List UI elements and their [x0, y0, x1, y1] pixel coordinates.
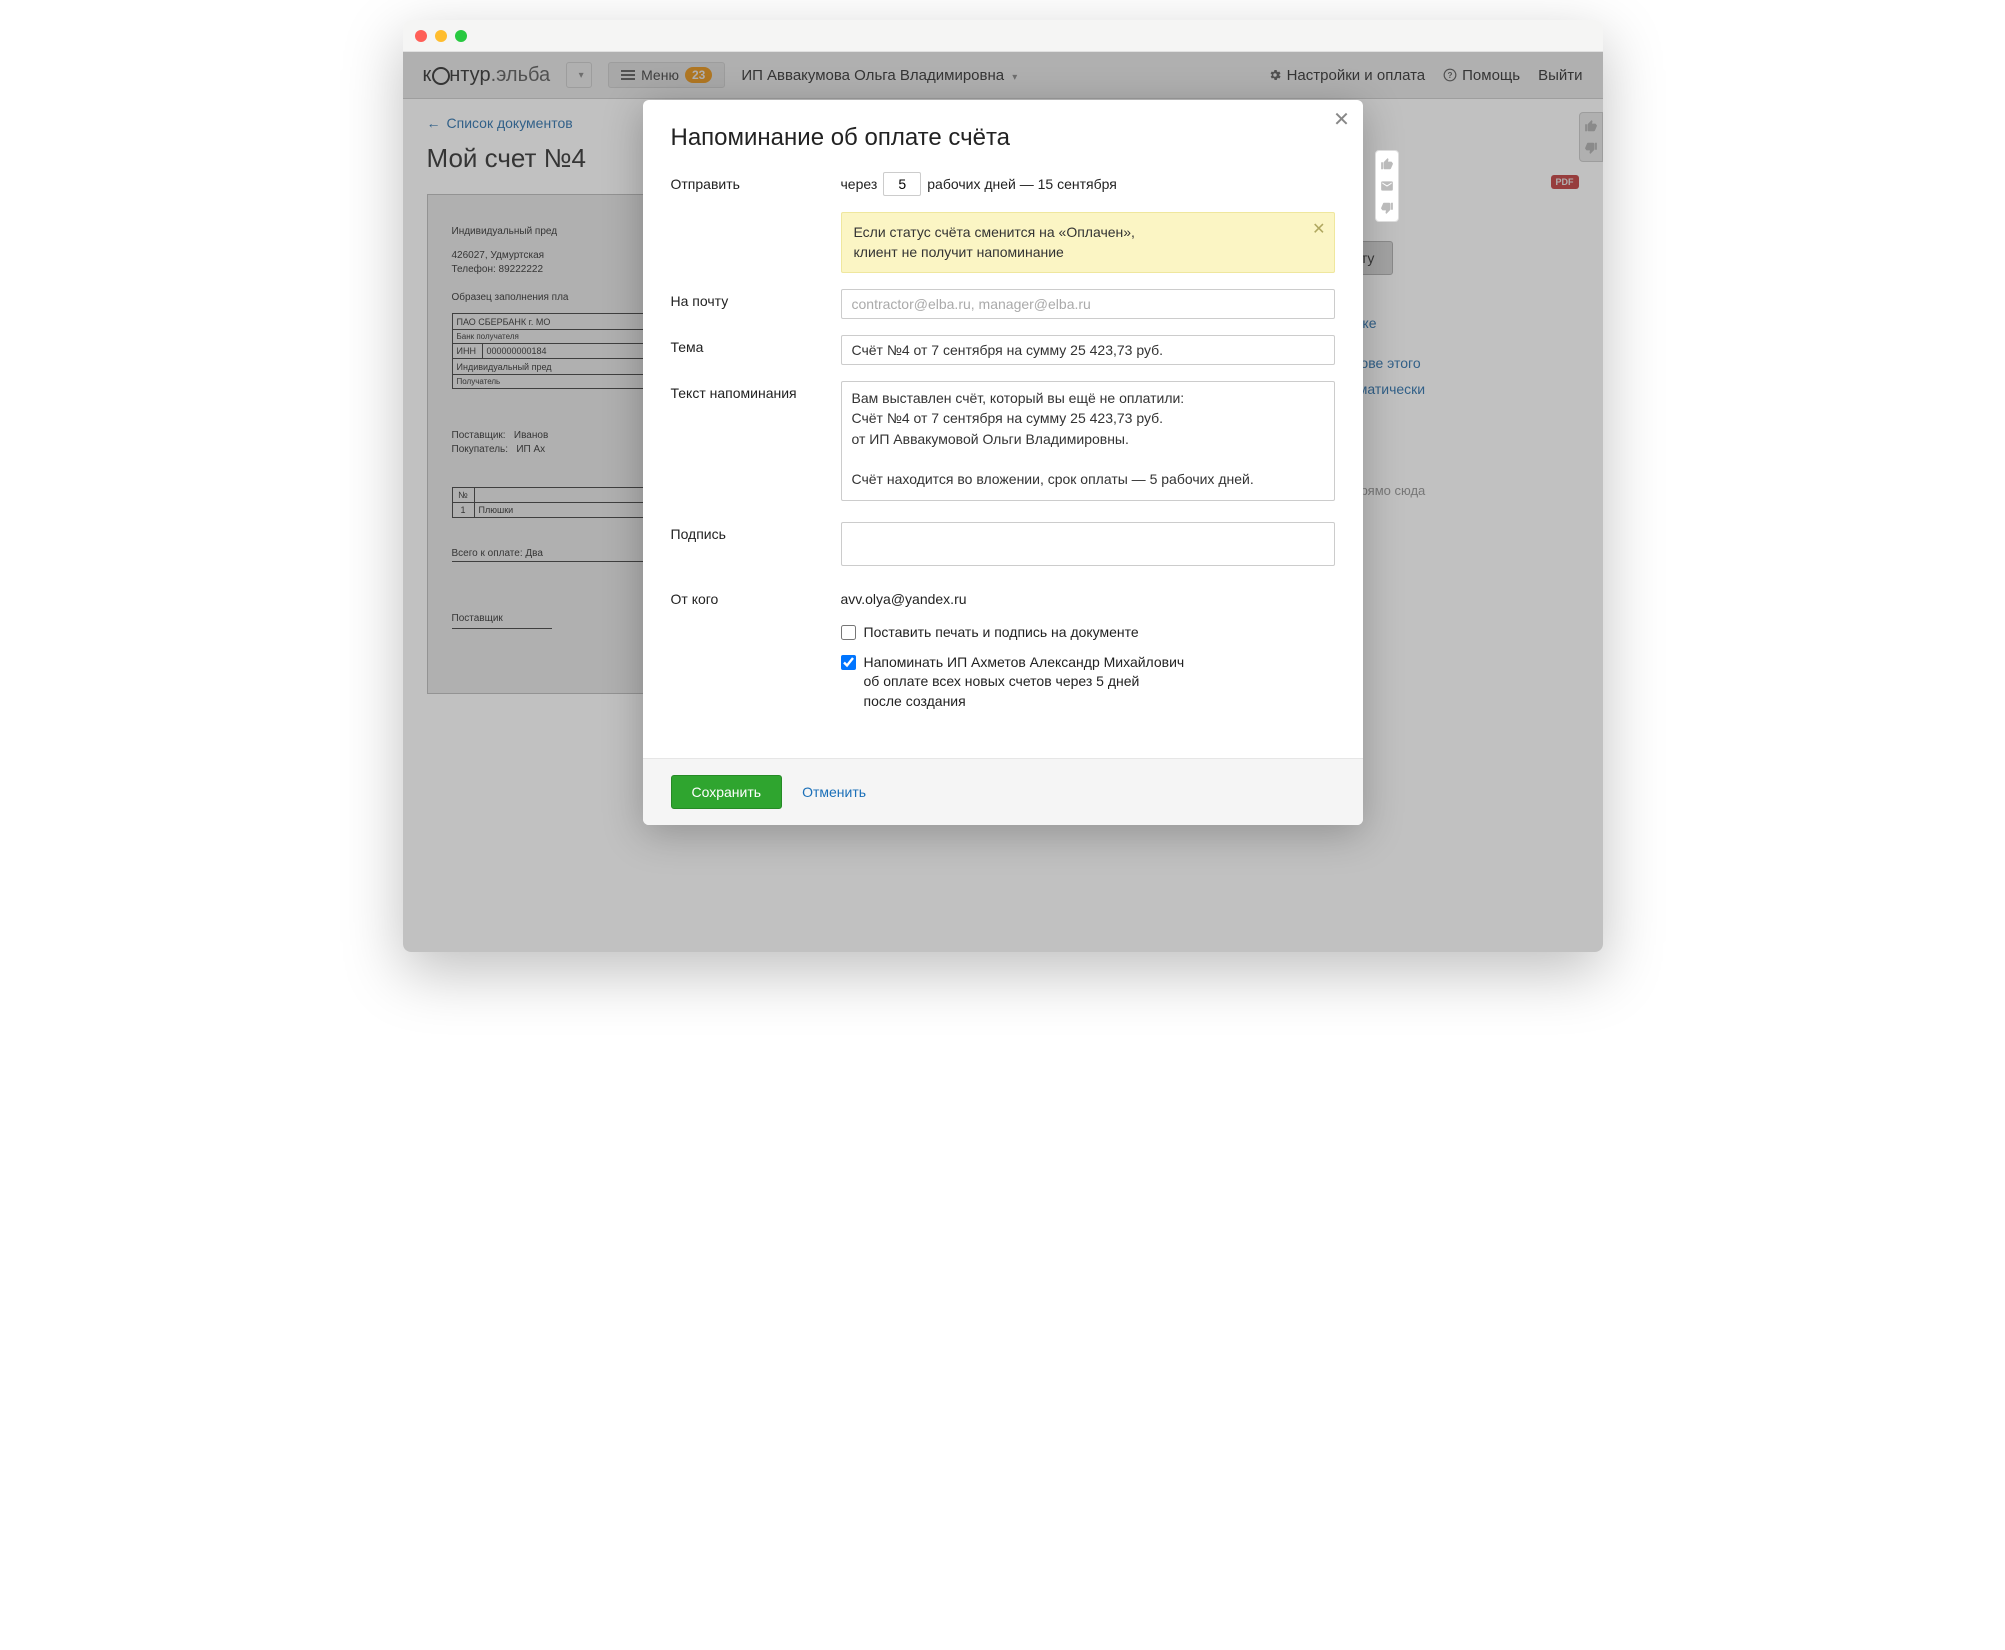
close-window-icon[interactable]: [415, 30, 427, 42]
body-textarea[interactable]: [841, 381, 1335, 501]
window-frame: кнтур.эльба ▾ Меню 23 ИП Аввакумова Ольг…: [403, 20, 1603, 952]
remind-all-checkbox[interactable]: [841, 655, 856, 670]
signature-textarea[interactable]: [841, 522, 1335, 566]
modal-footer: Сохранить Отменить: [643, 758, 1363, 825]
days-input[interactable]: [883, 172, 921, 196]
macos-titlebar: [403, 20, 1603, 52]
from-label: От кого: [671, 587, 831, 607]
payment-reminder-modal: ✕ Напоминание об оплате счёта Отправить: [643, 100, 1363, 825]
mail-icon[interactable]: [1380, 179, 1394, 193]
signature-label: Подпись: [671, 522, 831, 542]
subject-label: Тема: [671, 335, 831, 355]
app-viewport: кнтур.эльба ▾ Меню 23 ИП Аввакумова Ольг…: [403, 52, 1603, 952]
body-label: Текст напоминания: [671, 381, 831, 401]
modal-close-button[interactable]: ✕: [1331, 108, 1353, 130]
status-notice: ✕ Если статус счёта сменится на «Оплачен…: [841, 212, 1335, 273]
close-icon: ✕: [1333, 107, 1350, 132]
notice-close-button[interactable]: ✕: [1312, 219, 1325, 241]
email-input[interactable]: [841, 289, 1335, 319]
stamp-checkbox-label: Поставить печать и подпись на документе: [864, 623, 1139, 643]
subject-input[interactable]: [841, 335, 1335, 365]
minimize-window-icon[interactable]: [435, 30, 447, 42]
modal-overlay: ✕ Напоминание об оплате счёта Отправить: [403, 52, 1603, 952]
stamp-checkbox[interactable]: [841, 625, 856, 640]
save-button[interactable]: Сохранить: [671, 775, 783, 809]
maximize-window-icon[interactable]: [455, 30, 467, 42]
email-label: На почту: [671, 289, 831, 309]
send-prefix: через: [841, 176, 878, 192]
thumbs-up-icon[interactable]: [1380, 157, 1394, 171]
from-value: avv.olya@yandex.ru: [841, 587, 1335, 607]
cancel-link[interactable]: Отменить: [802, 784, 866, 800]
remind-all-checkbox-label: Напоминать ИП Ахметов Александр Михайлов…: [864, 653, 1185, 712]
send-label: Отправить: [671, 172, 831, 192]
send-suffix: рабочих дней — 15 сентября: [927, 176, 1117, 192]
modal-feedback-bar: [1375, 150, 1399, 222]
thumbs-down-icon[interactable]: [1380, 201, 1394, 215]
notice-text: Если статус счёта сменится на «Оплачен»,…: [854, 224, 1135, 260]
modal-title: Напоминание об оплате счёта: [671, 124, 1335, 152]
